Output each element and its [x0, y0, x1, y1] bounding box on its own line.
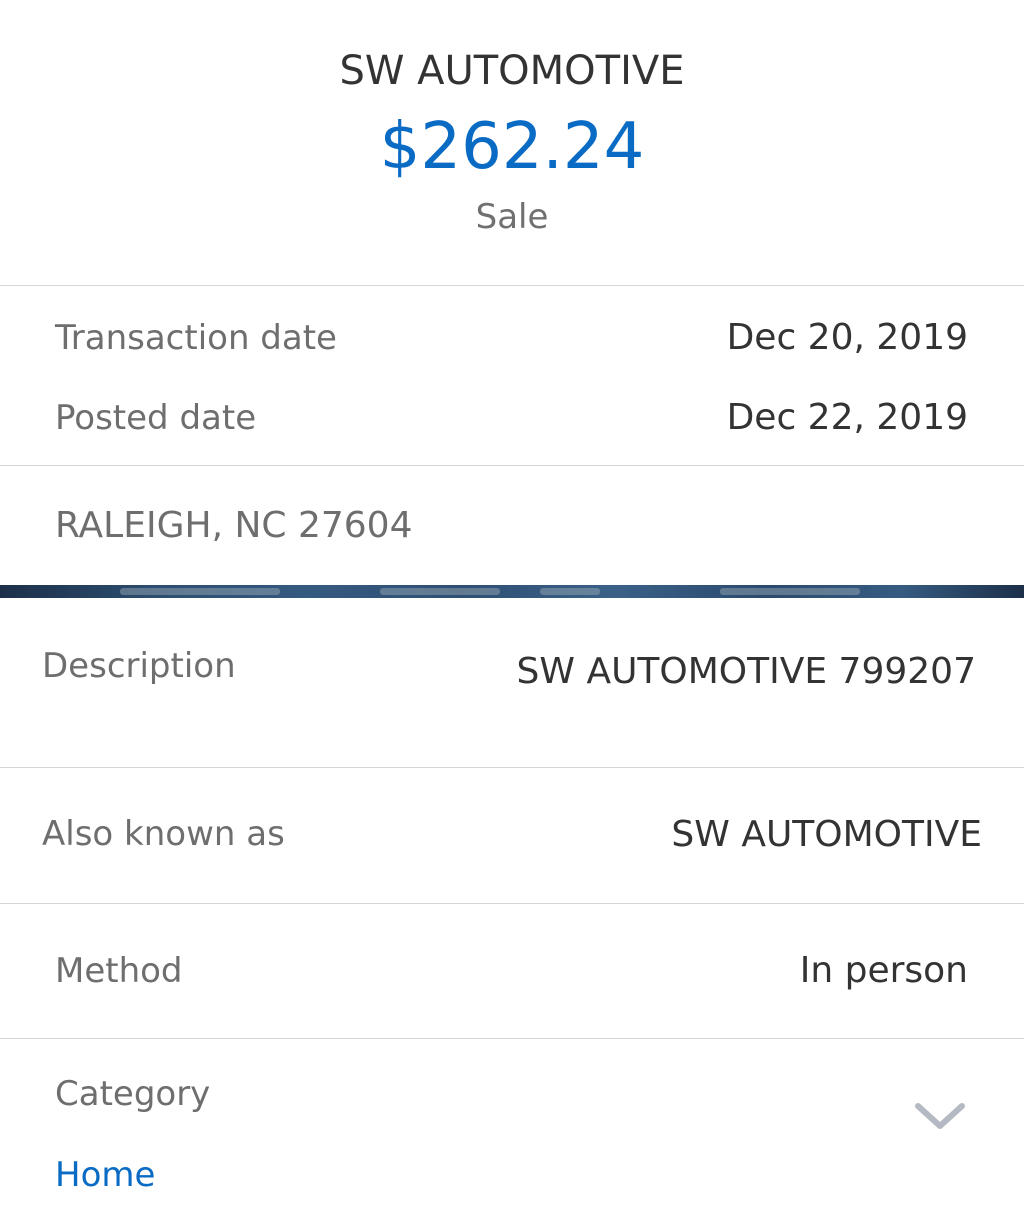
divider	[0, 903, 1024, 904]
transaction-amount: $262.24	[379, 110, 645, 184]
description-label: Description	[42, 646, 236, 686]
transaction-date-label: Transaction date	[55, 318, 337, 358]
image-detail	[540, 588, 600, 595]
chevron-down-icon[interactable]	[912, 1096, 968, 1136]
image-detail	[120, 588, 280, 595]
divider	[0, 285, 1024, 286]
also-known-as-label: Also known as	[42, 814, 285, 854]
merchant-name: SW AUTOMOTIVE	[339, 48, 685, 94]
posted-date-label: Posted date	[55, 398, 257, 438]
transaction-header: SW AUTOMOTIVE $262.24 Sale	[0, 0, 1024, 285]
method-value: In person	[799, 950, 968, 991]
transaction-date-value: Dec 20, 2019	[726, 317, 968, 358]
image-detail	[380, 588, 500, 595]
description-value: SW AUTOMOTIVE 799207	[516, 651, 976, 692]
divider	[0, 767, 1024, 768]
also-known-as-value: SW AUTOMOTIVE	[671, 814, 982, 855]
image-detail	[720, 588, 860, 595]
divider	[0, 1038, 1024, 1039]
posted-date-value: Dec 22, 2019	[726, 397, 968, 438]
divider	[0, 465, 1024, 466]
category-label: Category	[55, 1074, 211, 1114]
category-value-link[interactable]: Home	[55, 1155, 155, 1195]
transaction-type: Sale	[475, 197, 549, 237]
merchant-location: RALEIGH, NC 27604	[55, 505, 413, 546]
method-label: Method	[55, 951, 183, 991]
map-image-strip	[0, 585, 1024, 598]
